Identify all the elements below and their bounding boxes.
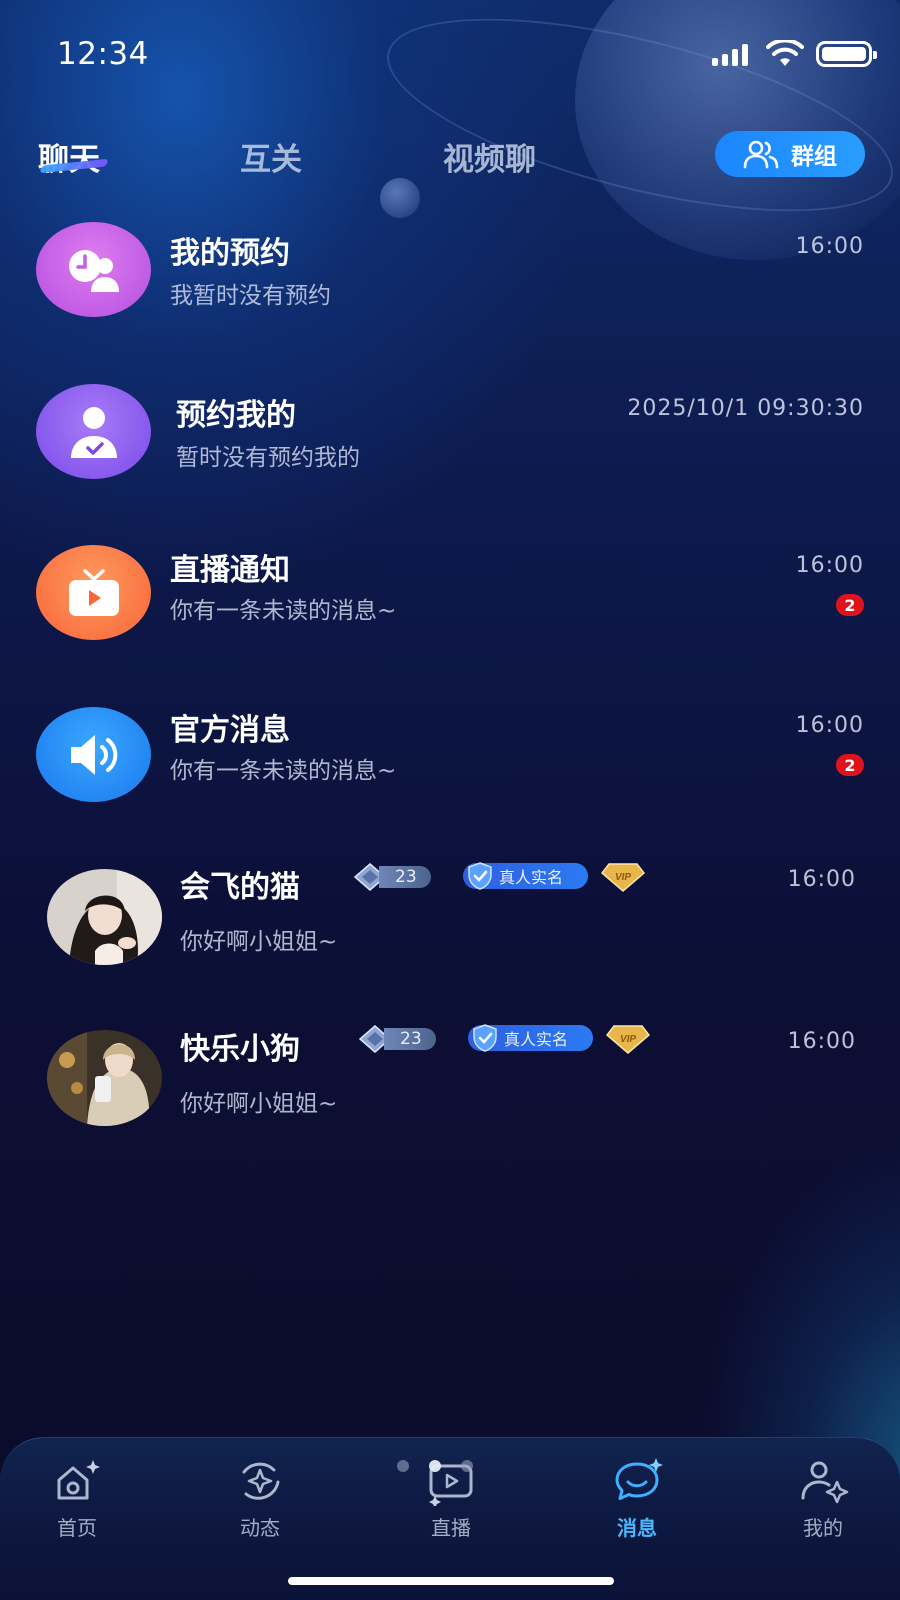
official-message-avatar [36, 707, 151, 802]
nav-label: 动态 [240, 1516, 280, 1540]
page-dot-active [429, 1460, 441, 1472]
page-dot [397, 1460, 409, 1472]
chat-username: 会飞的猫 [180, 870, 300, 905]
real-name-verified-badge: 真人实名 [468, 1024, 593, 1052]
tab-video-chat[interactable]: 视频聊 [443, 134, 536, 179]
chat-row[interactable]: 快乐小狗 23 真人实名 VIP 你好啊小姐姐~ 16:00 [0, 1024, 900, 1154]
conversation-title: 官方消息 [170, 713, 290, 748]
group-button-label: 群组 [791, 144, 837, 170]
conversation-row-live-notifications[interactable]: 直播通知 你有一条未读的消息~ 16:00 2 [0, 535, 900, 665]
group-button[interactable]: 群组 [715, 131, 865, 177]
level-number: 23 [384, 1028, 436, 1050]
battery-icon [816, 41, 877, 67]
tab-mutual-follow[interactable]: 互关 [240, 134, 302, 179]
level-number: 23 [379, 866, 431, 888]
message-icon [615, 1458, 663, 1500]
conversation-row-my-appointments[interactable]: 我的预约 我暂时没有预约 16:00 [0, 210, 900, 340]
conversation-title: 我的预约 [170, 236, 290, 271]
unread-badge: 2 [836, 754, 864, 776]
home-icon [57, 1460, 100, 1500]
real-name-verified-badge: 真人实名 [463, 862, 588, 890]
nav-label: 直播 [431, 1516, 471, 1540]
nav-messages[interactable]: 消息 [577, 1456, 697, 1541]
clock-user-icon [68, 249, 119, 292]
user-check-icon [70, 406, 117, 458]
vip-diamond-icon: VIP [606, 1025, 650, 1054]
status-time: 12:34 [57, 36, 149, 72]
nav-moments[interactable]: 动态 [200, 1456, 320, 1541]
chat-time: 16:00 [787, 867, 856, 892]
conversation-row-official-messages[interactable]: 官方消息 你有一条未读的消息~ 16:00 2 [0, 697, 900, 827]
speaker-icon [70, 734, 117, 775]
users-icon [743, 140, 779, 169]
level-badge: 23 [358, 1025, 436, 1053]
nav-label: 首页 [57, 1516, 97, 1540]
conversation-row-appointments-to-me[interactable]: 预约我的 暂时没有预约我的 2025/10/1 09:30:30 [0, 372, 900, 502]
nav-label: 我的 [803, 1516, 843, 1540]
verified-label: 真人实名 [499, 868, 564, 887]
chat-row[interactable]: 会飞的猫 23 真人实名 VIP 你好啊小姐姐~ 16:00 [0, 862, 900, 992]
unread-badge: 2 [836, 594, 864, 616]
conversation-time: 16:00 [795, 713, 864, 738]
vip-diamond-icon: VIP [601, 863, 645, 892]
chat-last-message: 你好啊小姐姐~ [180, 929, 338, 955]
shield-check-icon [468, 862, 492, 890]
user-avatar [47, 869, 162, 965]
shield-check-icon [473, 1024, 497, 1052]
status-bar: 12:34 [0, 0, 900, 100]
vip-label: VIP [620, 1034, 636, 1045]
conversation-subtitle: 你有一条未读的消息~ [170, 598, 397, 624]
level-badge: 23 [353, 863, 431, 891]
moments-icon [242, 1462, 280, 1500]
wifi-icon [766, 40, 804, 66]
user-avatar [47, 1030, 162, 1126]
appointment-avatar [36, 222, 151, 317]
nav-home[interactable]: 首页 [17, 1456, 137, 1541]
vip-label: VIP [615, 872, 631, 883]
chat-time: 16:00 [787, 1029, 856, 1054]
conversation-title: 预约我的 [176, 398, 296, 433]
profile-icon [801, 1461, 849, 1504]
conversation-time: 2025/10/1 09:30:30 [627, 396, 864, 421]
conversation-time: 16:00 [795, 553, 864, 578]
conversation-subtitle: 暂时没有预约我的 [176, 445, 360, 471]
page-indicator [397, 1460, 473, 1472]
page-dot [461, 1460, 473, 1472]
cellular-signal-icon [712, 44, 748, 66]
conversation-subtitle: 我暂时没有预约 [170, 283, 331, 309]
chat-last-message: 你好啊小姐姐~ [180, 1091, 338, 1117]
conversation-title: 直播通知 [170, 553, 290, 588]
nav-label: 消息 [617, 1516, 657, 1540]
conversation-subtitle: 你有一条未读的消息~ [170, 758, 397, 784]
nav-profile[interactable]: 我的 [763, 1456, 883, 1541]
chat-username: 快乐小狗 [180, 1032, 300, 1067]
home-indicator[interactable] [288, 1577, 614, 1585]
appointment-to-me-avatar [36, 384, 151, 479]
verified-label: 真人实名 [504, 1030, 569, 1049]
conversation-time: 16:00 [795, 234, 864, 259]
live-notification-avatar [36, 545, 151, 640]
tv-play-icon [68, 568, 119, 616]
